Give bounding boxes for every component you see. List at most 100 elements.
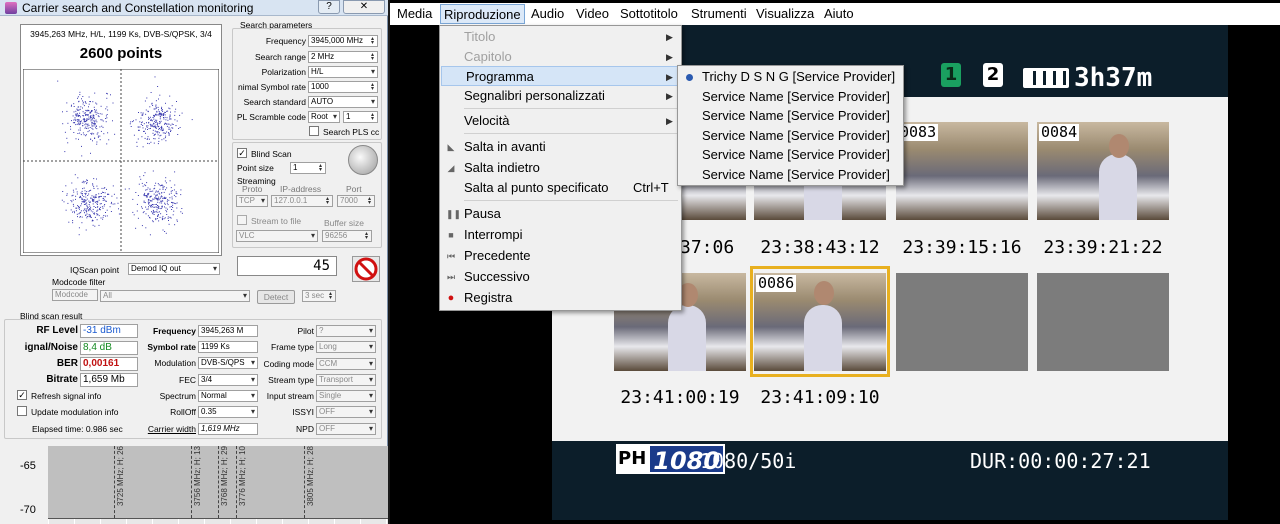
- result-frequency-label: Frequency: [153, 326, 196, 336]
- next-icon: ⏭: [446, 272, 456, 282]
- spinner-icon[interactable]: ▴ ▾: [366, 196, 373, 206]
- frame-type-label: Frame type: [271, 342, 314, 352]
- frame-type-select[interactable]: Long: [316, 341, 376, 353]
- stream-to-file-checkbox[interactable]: [237, 215, 247, 225]
- ip-input[interactable]: 127.0.0.1 ▴ ▾: [271, 195, 333, 207]
- menu-item-velocita[interactable]: Velocità ▶: [440, 111, 681, 131]
- x-axis-ruler: [48, 518, 388, 524]
- pilot-label: Pilot: [297, 326, 314, 336]
- point-size-input[interactable]: 1 ▴ ▾: [290, 162, 326, 174]
- menu-bar: Media Riproduzione Audio Video Sottotito…: [390, 3, 1280, 25]
- menu-audio[interactable]: Audio: [528, 4, 567, 24]
- port-input[interactable]: 7000 ▴ ▾: [337, 195, 375, 207]
- modulation-select[interactable]: DVB-S/QPS: [198, 357, 258, 369]
- spinner-icon[interactable]: ▴ ▾: [324, 196, 331, 206]
- menu-aiuto[interactable]: Aiuto: [821, 4, 857, 24]
- rolloff-select[interactable]: 0.35: [198, 406, 258, 418]
- point-size-label: Point size: [237, 163, 274, 173]
- menu-item-programma[interactable]: Programma ▶: [441, 66, 680, 86]
- proto-select[interactable]: TCP: [236, 195, 268, 207]
- menu-item-label: Salta al punto specificato: [464, 180, 609, 195]
- program-label: Service Name [Service Provider]: [702, 147, 890, 162]
- search-pls-checkbox[interactable]: [309, 126, 319, 136]
- coding-mode-select[interactable]: CCM: [316, 358, 376, 370]
- stop-icon: ■: [448, 230, 454, 240]
- menu-item-titolo[interactable]: Titolo ▶: [440, 27, 681, 47]
- menu-riproduzione[interactable]: Riproduzione: [440, 4, 525, 24]
- close-button[interactable]: ✕: [343, 0, 385, 14]
- blind-scan-checkbox[interactable]: ✓: [237, 148, 247, 158]
- menu-media[interactable]: Media: [394, 4, 435, 24]
- buffer-size-input[interactable]: 96256 ▴ ▾: [322, 230, 372, 242]
- pl-scramble-select[interactable]: Root: [308, 111, 340, 123]
- spinner-icon[interactable]: ▴ ▾: [327, 291, 334, 301]
- menu-item-registra[interactable]: ● Registra: [440, 288, 681, 308]
- spinner-icon[interactable]: ▴ ▾: [369, 52, 376, 62]
- pause-icon: ❚❚: [446, 209, 462, 219]
- refresh-signal-checkbox[interactable]: ✓: [17, 390, 27, 400]
- thumbnail-0083[interactable]: 0083: [896, 122, 1028, 220]
- program-item[interactable]: Service Name [Service Provider]: [678, 145, 903, 165]
- menu-item-label: Titolo: [464, 29, 496, 44]
- detect-button[interactable]: Detect: [257, 290, 295, 304]
- pl-scramble-number[interactable]: 1 ▴ ▾: [343, 111, 378, 123]
- menu-item-capitolo[interactable]: Capitolo ▶: [440, 47, 681, 67]
- menu-item-interrompi[interactable]: ■ Interrompi: [440, 225, 681, 245]
- search-range-input[interactable]: 2 MHz ▴ ▾: [308, 51, 378, 63]
- input-stream-select[interactable]: Single: [316, 390, 376, 402]
- marker-line: [304, 446, 305, 518]
- menu-item-segnalibri[interactable]: Segnalibri personalizzati ▶: [440, 86, 681, 106]
- polarization-select[interactable]: H/L: [308, 66, 378, 78]
- menu-item-precedente[interactable]: ⏮ Precedente: [440, 246, 681, 266]
- program-label: Service Name [Service Provider]: [702, 128, 890, 143]
- menu-strumenti[interactable]: Strumenti: [688, 4, 750, 24]
- frequency-input[interactable]: 3945,000 MHz ▴ ▾: [308, 35, 378, 47]
- stream-type-select[interactable]: Transport: [316, 374, 376, 386]
- menu-separator: [464, 108, 678, 109]
- npd-select[interactable]: OFF: [316, 423, 376, 435]
- spinner-icon[interactable]: ▴ ▾: [369, 36, 376, 46]
- pl-scramble-num-value: 1: [346, 112, 351, 121]
- help-button[interactable]: ?: [318, 0, 340, 14]
- timeout-input[interactable]: 3 sec ▴ ▾: [302, 290, 336, 302]
- spinner-icon[interactable]: ▴ ▾: [369, 82, 376, 92]
- refresh-signal-label: Refresh signal info: [31, 391, 102, 401]
- program-item[interactable]: Service Name [Service Provider]: [678, 165, 903, 185]
- thumbnail-empty[interactable]: [896, 273, 1028, 371]
- search-standard-label: Search standard: [243, 97, 306, 107]
- stop-button[interactable]: [352, 256, 380, 282]
- pilot-select[interactable]: ?: [316, 325, 376, 337]
- min-symbol-rate-input[interactable]: 1000 ▴ ▾: [308, 81, 378, 93]
- stream-type-label: Stream type: [268, 375, 314, 385]
- search-range-value: 2 MHz: [311, 52, 335, 61]
- issyi-select[interactable]: OFF: [316, 406, 376, 418]
- update-modulation-checkbox[interactable]: [17, 406, 27, 416]
- menu-item-salta-avanti[interactable]: ◣ Salta in avanti: [440, 137, 681, 157]
- spectrum-select[interactable]: Normal: [198, 390, 258, 402]
- program-item[interactable]: Service Name [Service Provider]: [678, 106, 903, 126]
- search-standard-select[interactable]: AUTO: [308, 96, 378, 108]
- thumbnail-0086[interactable]: 0086: [754, 273, 886, 371]
- menu-item-salta-indietro[interactable]: ◢ Salta indietro: [440, 158, 681, 178]
- menu-sottotitolo[interactable]: Sottotitolo: [617, 4, 681, 24]
- modcode-select[interactable]: All: [100, 290, 250, 302]
- program-item[interactable]: Trichy D S N G [Service Provider]: [678, 67, 903, 87]
- menu-item-successivo[interactable]: ⏭ Successivo: [440, 267, 681, 287]
- program-item[interactable]: Service Name [Service Provider]: [678, 126, 903, 146]
- thumbnail-empty[interactable]: [1037, 273, 1169, 371]
- menu-video[interactable]: Video: [573, 4, 612, 24]
- menu-visualizza[interactable]: Visualizza: [753, 4, 817, 24]
- submenu-arrow-icon: ▶: [666, 91, 673, 101]
- spinner-icon[interactable]: ▴ ▾: [363, 231, 370, 241]
- spinner-icon[interactable]: ▴ ▾: [369, 112, 376, 122]
- program-item[interactable]: Service Name [Service Provider]: [678, 87, 903, 107]
- fec-select[interactable]: 3/4: [198, 374, 258, 386]
- menu-item-salta-punto[interactable]: Salta al punto specificato Ctrl+T: [440, 178, 681, 198]
- satellite-dish-icon[interactable]: [348, 145, 378, 175]
- spinner-icon[interactable]: ▴ ▾: [317, 163, 324, 173]
- thumbnail-0084[interactable]: 0084: [1037, 122, 1169, 220]
- player-select[interactable]: VLC: [236, 230, 318, 242]
- iqscan-select[interactable]: Demod IQ out: [128, 263, 220, 275]
- menu-item-pausa[interactable]: ❚❚ Pausa: [440, 204, 681, 224]
- pl-scramble-label: PL Scramble code: [236, 112, 306, 122]
